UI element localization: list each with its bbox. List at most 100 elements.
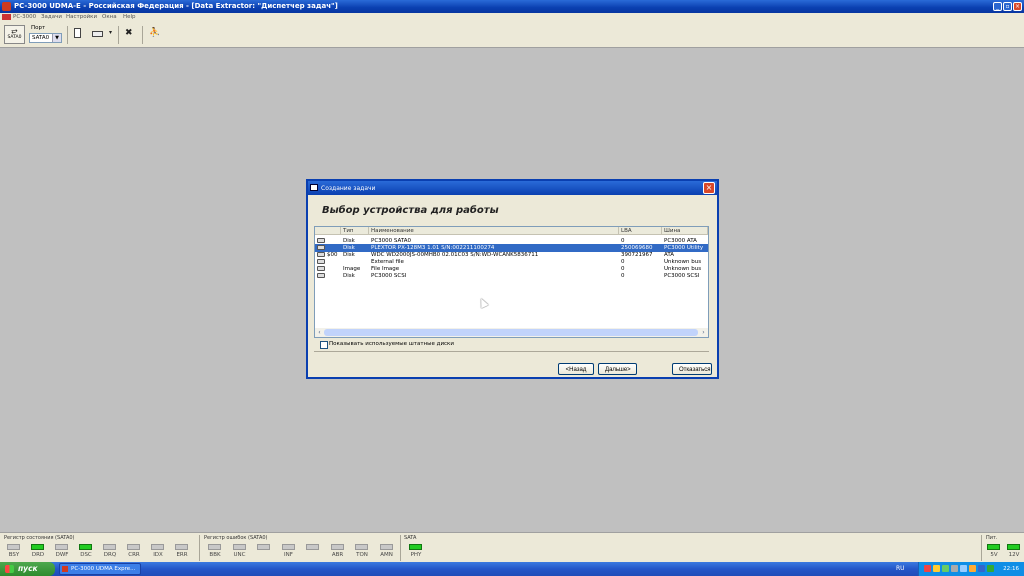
start-label: пуск — [18, 564, 38, 573]
device-list[interactable]: Тип Наименование LBA Шина Disk PC3000 SAT… — [314, 226, 709, 338]
next-button[interactable]: Дальше> — [598, 363, 637, 375]
register-led-label: AMN — [380, 552, 393, 558]
register-led — [330, 544, 344, 550]
device-type: Disk — [343, 273, 355, 279]
register-led-label: PHY — [410, 552, 422, 558]
register-led — [127, 544, 140, 550]
dialog-title-bar[interactable]: Создание задачи × — [308, 181, 717, 195]
register-led — [7, 544, 20, 550]
device-bus: PC3000 SCSI — [664, 273, 700, 279]
column-header-bus[interactable]: Шина — [662, 227, 708, 235]
disk-drive-icon — [317, 259, 325, 264]
start-button[interactable]: пуск — [0, 562, 55, 576]
tray-status-icon[interactable] — [987, 565, 994, 572]
scroll-right-icon[interactable]: › — [699, 328, 708, 337]
app-icon — [2, 2, 11, 11]
dialog-title: Создание задачи — [321, 185, 376, 192]
column-header-icon[interactable] — [315, 227, 341, 235]
group-separator — [199, 535, 200, 561]
register-led-label: BSY — [8, 552, 20, 558]
tray-volume-icon[interactable] — [960, 565, 967, 572]
disk-drive-icon — [317, 238, 325, 243]
mdi-app-icon[interactable] — [2, 14, 11, 20]
sata-port-button[interactable]: ⥂ SATA0 — [4, 25, 25, 44]
tray-keyboard-icon[interactable] — [978, 565, 985, 572]
menu-pc3000[interactable]: PC-3000 — [13, 14, 36, 20]
toolbar: ⥂ SATA0 Порт SATA0 ▼ ▾ ✖ ⛹ — [0, 22, 1024, 48]
register-led-label: UNC — [233, 552, 246, 558]
menu-tasks[interactable]: Задачи — [41, 14, 62, 20]
tray-network-icon[interactable] — [942, 565, 949, 572]
register-status-panel: Регистр состояния (SATA0) BSY DRD DWF DSC DR… — [0, 532, 1024, 563]
disk-drive-icon — [317, 252, 325, 257]
tray-device-icon[interactable] — [951, 565, 958, 572]
device-lba: 0 — [621, 273, 625, 279]
register-led-label: TON — [356, 552, 368, 558]
window-title: PC-3000 UDMA-E - Российская Федерация - … — [14, 2, 338, 10]
port-select-value: SATA0 — [32, 35, 50, 41]
register-led — [1007, 544, 1020, 550]
horizontal-scrollbar[interactable]: ‹ › — [315, 328, 708, 337]
show-used-disks-checkbox[interactable] — [320, 341, 328, 349]
register-led-label: DRQ — [103, 552, 117, 558]
register-led — [281, 544, 295, 550]
minimize-button[interactable]: _ — [993, 2, 1002, 11]
language-indicator[interactable]: RU — [896, 565, 905, 572]
menu-settings[interactable]: Настройки — [66, 14, 97, 20]
register-led-label: 12V — [1008, 552, 1020, 558]
register-led-label: CRR — [128, 552, 140, 558]
chevron-down-icon: ▼ — [52, 34, 61, 42]
register-led — [175, 544, 188, 550]
dropdown-arrow-icon[interactable]: ▾ — [109, 29, 112, 36]
toolbar-separator — [118, 26, 119, 44]
port-select[interactable]: SATA0 ▼ — [29, 33, 62, 43]
power-title: Пит. — [986, 535, 998, 541]
device-row[interactable]: Disk PC3000 SCSI 0 PC3000 SCSI — [315, 272, 708, 280]
new-document-icon[interactable] — [74, 28, 81, 38]
register-led — [79, 544, 92, 550]
dialog-separator — [314, 351, 709, 352]
menu-help[interactable]: Help — [123, 14, 136, 20]
register-led — [257, 544, 270, 550]
column-header-lba[interactable]: LBA — [619, 227, 662, 235]
tools-icon[interactable]: ✖ — [125, 28, 133, 38]
sata-button-label: SATA0 — [7, 35, 22, 40]
column-header-name[interactable]: Наименование — [369, 227, 619, 235]
register-led — [31, 544, 44, 550]
menu-windows[interactable]: Окна — [102, 14, 117, 20]
exit-icon[interactable]: ⛹ — [149, 28, 160, 38]
tray-shield-icon[interactable] — [933, 565, 940, 572]
register-led-label: IDX — [153, 552, 163, 558]
scrollbar-thumb[interactable] — [324, 329, 698, 336]
window-title-bar[interactable]: PC-3000 UDMA-E - Российская Федерация - … — [0, 0, 1024, 13]
tray-update-icon[interactable] — [969, 565, 976, 572]
back-button[interactable]: <Назад — [558, 363, 594, 375]
register-led-label: ERR — [176, 552, 188, 558]
drive-icon[interactable] — [92, 31, 103, 37]
register-led-label: DSC — [80, 552, 92, 558]
register-led-label: BBK — [209, 552, 221, 558]
column-header-type[interactable]: Тип — [341, 227, 369, 235]
toolbar-separator — [67, 26, 68, 44]
state-register-title: Регистр состояния (SATA0) — [4, 535, 75, 541]
taskbar-app-button[interactable]: PC-3000 UDMA Expre... — [59, 563, 141, 575]
toolbar-separator — [142, 26, 143, 44]
register-led — [103, 544, 116, 550]
error-register-title: Регистр ошибок (SATA0) — [204, 535, 268, 541]
sata-cable-icon: ⥂ — [11, 26, 18, 35]
tray-app-icon[interactable] — [924, 565, 931, 572]
sata-register-title: SATA — [404, 535, 417, 541]
dialog-close-button[interactable]: × — [703, 182, 715, 194]
register-led — [232, 544, 246, 550]
app-icon — [62, 566, 68, 572]
disk-drive-icon — [317, 245, 325, 250]
scroll-left-icon[interactable]: ‹ — [315, 328, 324, 337]
clock: 22:16 — [1003, 566, 1019, 572]
cancel-button[interactable]: Отказаться — [672, 363, 712, 375]
device-name: PC3000 SCSI — [371, 273, 407, 279]
register-led-label: 5V — [990, 552, 998, 558]
register-led — [306, 544, 319, 550]
disk-drive-icon — [317, 266, 325, 271]
close-window-button[interactable]: × — [1013, 2, 1022, 11]
restore-button[interactable]: ▫ — [1003, 2, 1012, 11]
